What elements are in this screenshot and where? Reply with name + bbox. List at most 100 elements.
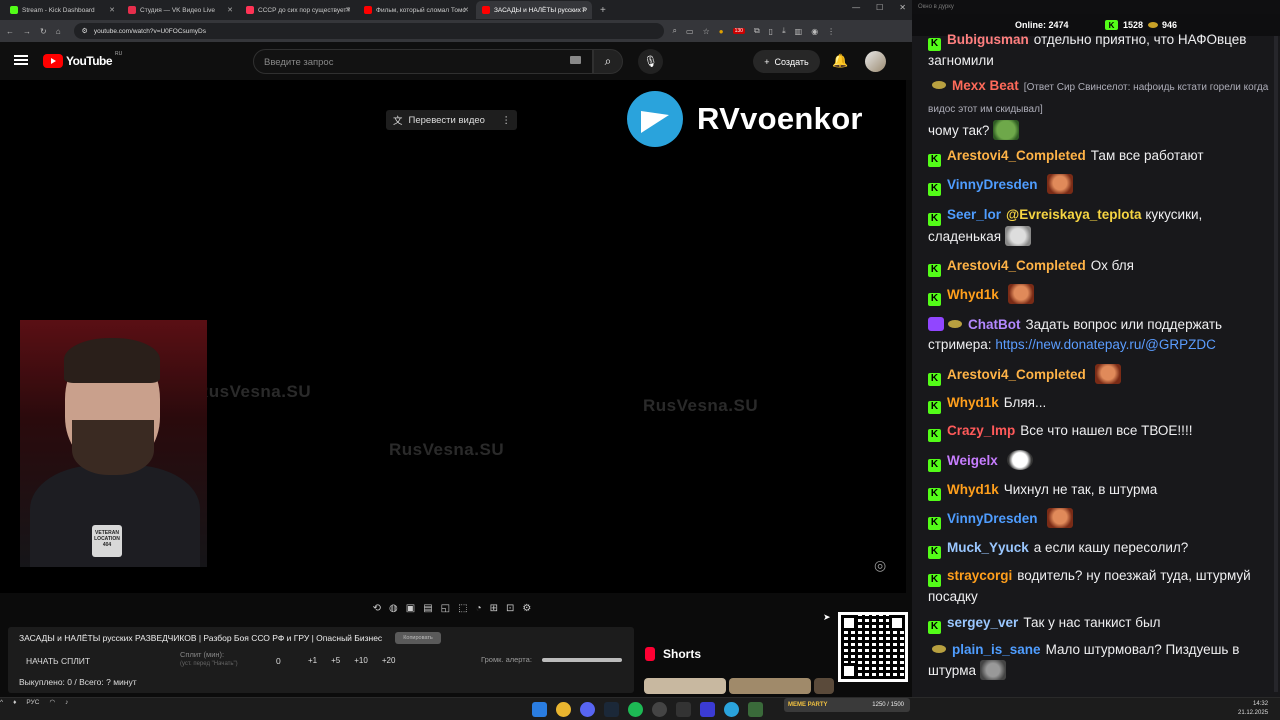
chat-username[interactable]: Bubigusman <box>947 32 1029 47</box>
spotify-icon[interactable] <box>628 702 643 717</box>
telegram-taskbar-icon[interactable] <box>724 702 739 717</box>
search-input[interactable]: Введите запрос <box>253 49 593 74</box>
reload-icon[interactable]: ↻ <box>40 27 47 36</box>
shorts-thumbnail[interactable] <box>729 678 811 694</box>
chrome-icon[interactable] <box>556 702 571 717</box>
extensions-puzzle-icon[interactable]: ⧉ <box>754 26 760 36</box>
youtube-logo[interactable]: YouTube RU <box>43 51 122 68</box>
chat-username[interactable]: VinnyDresden <box>947 511 1038 526</box>
copy-button[interactable]: Копировать <box>395 632 441 644</box>
split-icon[interactable]: ▥ <box>795 27 803 36</box>
chat-username[interactable]: sergey_ver <box>947 615 1018 630</box>
forward-icon[interactable]: → <box>23 27 31 36</box>
hamburger-menu-icon[interactable] <box>14 55 28 65</box>
search-button[interactable]: ⌕ <box>593 49 623 74</box>
more-options-icon[interactable]: ⋮ <box>502 115 512 126</box>
sidebar-icon[interactable]: ▯ <box>769 27 773 36</box>
new-tab-icon[interactable]: + <box>600 5 606 16</box>
add-icon[interactable]: ⊞ <box>490 603 498 614</box>
profile-icon[interactable]: ◉ <box>811 27 818 36</box>
alert-volume-slider[interactable] <box>542 658 622 662</box>
steam-icon[interactable] <box>604 702 619 717</box>
bookmark-star-icon[interactable]: ☆ <box>703 27 710 36</box>
screenshot-icon[interactable]: ⊡ <box>506 603 514 614</box>
discord-icon[interactable] <box>580 702 595 717</box>
tab-close-icon[interactable]: ✕ <box>463 6 469 14</box>
chat-username[interactable]: Seer_lor <box>947 207 1001 222</box>
close-window-icon[interactable]: ✕ <box>899 3 906 12</box>
home-icon[interactable]: ⌂ <box>56 27 61 36</box>
chat-username[interactable]: Arestovi4_Completed <box>947 367 1086 382</box>
menu-dots-icon[interactable]: ⋮ <box>827 27 835 36</box>
notifications-bell-icon[interactable]: 🔔 <box>832 53 848 69</box>
chat-scrollbar[interactable] <box>1274 36 1278 692</box>
tab-close-icon[interactable]: ✕ <box>109 6 115 14</box>
speed-icon[interactable]: ◔ <box>476 603 482 614</box>
start-windows-icon[interactable] <box>532 702 547 717</box>
volume-icon[interactable]: ♪ <box>65 699 68 706</box>
tray-chevron-icon[interactable]: ^ <box>0 699 3 706</box>
cinema-icon[interactable]: ▣ <box>406 603 415 614</box>
chat-username[interactable]: Whyd1k <box>947 482 999 497</box>
audio-icon[interactable]: ◍ <box>389 603 398 614</box>
chat-username[interactable]: Muck_Yyuck <box>947 540 1029 555</box>
settings-gear-icon[interactable]: ⚙ <box>522 603 531 614</box>
app-icon[interactable] <box>676 702 691 717</box>
maximize-icon[interactable]: ☐ <box>876 3 883 12</box>
increment-button[interactable]: +5 <box>331 656 340 665</box>
app-icon[interactable] <box>748 702 763 717</box>
create-button[interactable]: + Создать <box>753 50 820 73</box>
browser-tab[interactable]: Студия — VK Видео Live ✕ <box>122 1 238 19</box>
browser-tab[interactable]: Фильм, который сломал Томс ✕ <box>358 1 474 19</box>
crop-icon[interactable]: ⬚ <box>458 603 467 614</box>
account-avatar[interactable] <box>865 51 886 72</box>
chat-username[interactable]: Arestovi4_Completed <box>947 258 1086 273</box>
increment-button[interactable]: +10 <box>354 656 368 665</box>
chat-username[interactable]: Whyd1k <box>947 287 999 302</box>
chat-username[interactable]: VinnyDresden <box>947 177 1038 192</box>
chat-username[interactable]: Mexx Beat <box>952 78 1019 93</box>
chat-mention[interactable]: @Evreiskaya_teplota <box>1006 207 1142 222</box>
cast-icon[interactable]: ▭ <box>686 27 694 36</box>
donate-link[interactable]: https://new.donatepay.ru/@GRPZDC <box>995 337 1216 352</box>
chat-username[interactable]: plain_is_sane <box>952 642 1041 657</box>
mic-tray-icon[interactable]: ♦ <box>13 699 16 706</box>
site-info-icon[interactable]: ⚙ <box>82 27 88 35</box>
address-bar[interactable]: ⚙ youtube.com/watch?v=U0FOCsumyDs <box>73 23 664 39</box>
shorts-thumbnail[interactable] <box>814 678 834 694</box>
minimize-icon[interactable]: — <box>852 3 860 12</box>
chat-username[interactable]: ChatBot <box>968 317 1021 332</box>
chat-username[interactable]: Whyd1k <box>947 395 999 410</box>
voice-search-button[interactable]: 🎙 <box>638 49 663 74</box>
shorts-header[interactable]: Shorts <box>645 647 701 661</box>
lang-indicator[interactable]: РУС <box>26 699 39 706</box>
tab-close-icon[interactable]: ✕ <box>227 6 233 14</box>
chat-username[interactable]: Weigelx <box>947 453 998 468</box>
clapper-icon[interactable]: ▤ <box>423 603 432 614</box>
browser-tab[interactable]: СССР до сих пор существует? ✕ <box>240 1 356 19</box>
tab-close-icon[interactable]: ✕ <box>581 6 587 14</box>
start-split-button[interactable]: НАЧАТЬ СПЛИТ <box>26 656 90 666</box>
browser-tab[interactable]: Stream - Kick Dashboard ✕ <box>4 1 120 19</box>
loop-icon[interactable]: ⟲ <box>373 603 381 614</box>
increment-button[interactable]: +1 <box>308 656 317 665</box>
increment-button[interactable]: +20 <box>382 656 396 665</box>
chat-username[interactable]: Arestovi4_Completed <box>947 148 1086 163</box>
back-icon[interactable]: ← <box>6 27 14 36</box>
shorts-thumbnail[interactable] <box>644 678 726 694</box>
browser-tab-active[interactable]: ЗАСАДЫ и НАЛЁТЫ русских Р ✕ <box>476 1 592 19</box>
clock[interactable]: 14:32 21.12.2025 <box>1238 700 1268 718</box>
keyboard-icon[interactable] <box>570 56 581 64</box>
translate-video-button[interactable]: 文 Перевести видео ⋮ <box>386 110 517 130</box>
obs-icon[interactable] <box>652 702 667 717</box>
extension-icon[interactable]: ● <box>719 27 724 36</box>
media-player-icon[interactable] <box>700 702 715 717</box>
pip-icon[interactable]: ◱ <box>441 603 450 614</box>
video-player[interactable]: 文 Перевести видео ⋮ RVvoenkor RusVesna.S… <box>0 80 906 593</box>
chat-username[interactable]: Crazy_Imp <box>947 423 1015 438</box>
network-icon[interactable]: ◠ <box>49 698 55 706</box>
tab-close-icon[interactable]: ✕ <box>345 6 351 14</box>
split-value[interactable]: 0 <box>276 656 281 666</box>
download-icon[interactable]: ⤓ <box>782 26 786 36</box>
chat-username[interactable]: straycorgi <box>947 568 1012 583</box>
